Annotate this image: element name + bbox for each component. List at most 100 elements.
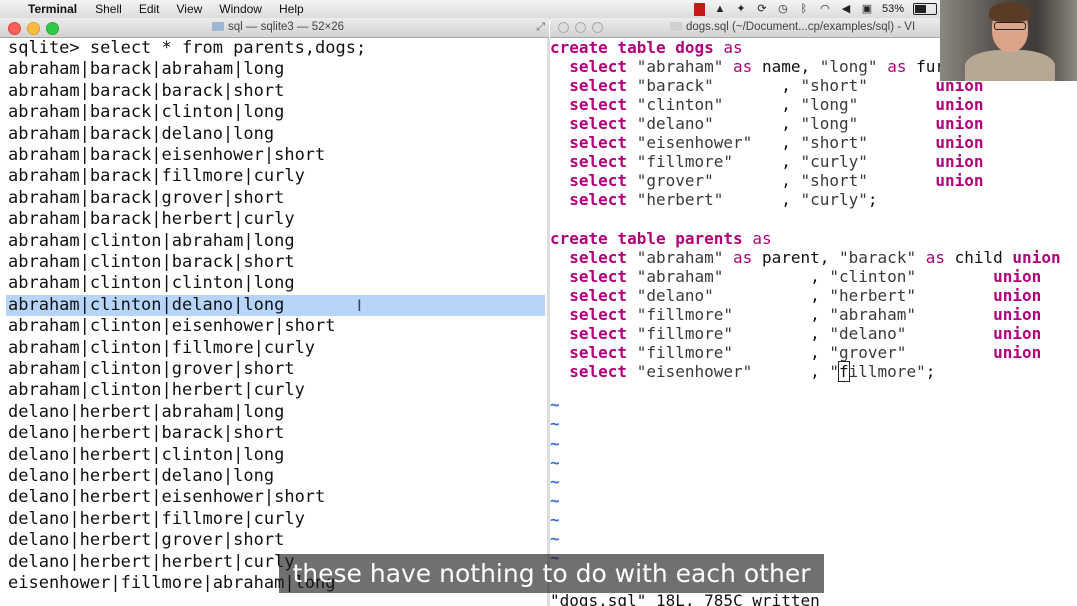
- terminal-title-bar[interactable]: sql — sqlite3 — 52×26 ⤢: [0, 18, 549, 38]
- dropbox-icon[interactable]: ✦: [735, 3, 747, 15]
- close-button[interactable]: [558, 22, 569, 33]
- terminal-output-row: delano|herbert|fillmore|curly: [8, 508, 305, 529]
- terminal-output-row: delano|herbert|grover|short: [8, 530, 285, 551]
- code-token: select: [569, 171, 637, 191]
- zoom-button[interactable]: [592, 22, 603, 33]
- wifi-icon[interactable]: ◠: [819, 3, 831, 15]
- code-token: ;: [925, 361, 936, 381]
- code-token: union: [1012, 247, 1061, 267]
- file-icon: [670, 22, 682, 32]
- vim-code-line: select "abraham" , "clinton" union: [550, 267, 1041, 286]
- sync-icon[interactable]: ⟳: [756, 3, 768, 15]
- code-token: "curly": [800, 190, 868, 210]
- menu-view[interactable]: View: [177, 2, 203, 16]
- code-token: select: [569, 57, 637, 77]
- menu-help[interactable]: Help: [279, 2, 304, 16]
- code-token: select: [569, 266, 637, 286]
- close-button[interactable]: [8, 22, 21, 35]
- code-token: "fillmore": [636, 323, 734, 343]
- code-token: select: [569, 133, 637, 153]
- code-token: ,: [713, 171, 801, 191]
- code-token: parent,: [752, 247, 840, 267]
- minimize-button[interactable]: [27, 22, 40, 35]
- minimize-button[interactable]: [575, 22, 586, 33]
- notification-icon[interactable]: ▲: [714, 3, 726, 15]
- vim-code-line: select "fillmore" , "curly" union: [550, 152, 983, 172]
- fullscreen-icon[interactable]: ⤢: [536, 21, 545, 34]
- code-token: union: [993, 342, 1042, 362]
- code-token: "abraham": [636, 57, 724, 77]
- vim-code-line: select "delano" , "long" union: [550, 114, 984, 134]
- webcam-overlay: [940, 0, 1077, 81]
- vim-code-line: select "barack" , "short" union: [550, 76, 983, 96]
- bluetooth-icon[interactable]: ᛒ: [798, 3, 810, 15]
- code-token: "herbert": [636, 190, 724, 210]
- app-menu-terminal[interactable]: Terminal: [28, 2, 77, 16]
- terminal-output-row: abraham|clinton|grover|short: [8, 359, 295, 379]
- display-icon[interactable]: ▣: [861, 3, 873, 15]
- code-token: select: [569, 342, 637, 362]
- vim-empty-line-tilde: ~: [550, 471, 560, 491]
- vim-status-line: "dogs.sql" 18L, 785C written: [550, 591, 820, 606]
- battery-percent: 53%: [881, 3, 904, 15]
- recording-icon[interactable]: [693, 2, 705, 16]
- menu-shell[interactable]: Shell: [95, 2, 122, 16]
- code-token: select: [569, 285, 637, 305]
- code-token: create table: [550, 38, 676, 57]
- vim-code-line: select "eisenhower" , "short" union: [550, 133, 983, 153]
- vim-editor[interactable]: create table dogs as select "abraham" as…: [550, 38, 1077, 606]
- code-token: ,: [733, 152, 801, 172]
- code-token: as: [733, 247, 753, 267]
- code-token: "fillmore": [636, 304, 734, 324]
- code-token: ;: [867, 190, 878, 210]
- vim-title-bar[interactable]: dogs.sql (~/Document...cp/examples/sql) …: [550, 18, 940, 38]
- code-token: "clinton": [636, 95, 724, 115]
- time-machine-icon[interactable]: ◷: [777, 3, 789, 15]
- vim-code-line: select "fillmore" , "abraham" union: [550, 305, 1041, 324]
- vim-code-line: select "grover" , "short" union: [550, 171, 983, 191]
- vim-cursor: f: [838, 360, 850, 382]
- vim-empty-line-tilde: ~: [550, 395, 560, 415]
- terminal-output-row: abraham|clinton|abraham|long: [8, 230, 295, 251]
- code-token: union: [935, 114, 984, 134]
- code-token: "short": [800, 76, 868, 96]
- code-token: select: [569, 323, 637, 343]
- terminal-output[interactable]: sqlite> select * from parents,dogs; abrah…: [0, 38, 549, 606]
- code-token: select: [569, 247, 637, 267]
- code-token: "fillmore": [636, 342, 734, 362]
- code-token: select: [569, 152, 637, 172]
- menu-window[interactable]: Window: [219, 2, 262, 16]
- volume-icon[interactable]: ◀: [840, 3, 852, 15]
- vim-empty-line-tilde: ~: [550, 528, 560, 548]
- battery-icon[interactable]: [913, 3, 937, 15]
- code-token: "grover": [829, 342, 907, 362]
- menu-edit[interactable]: Edit: [139, 2, 160, 16]
- status-tray: ▲ ✦ ⟳ ◷ ᛒ ◠ ◀ ▣ 53%: [693, 1, 937, 17]
- code-token: union: [935, 95, 984, 115]
- code-token: "eisenhower": [636, 361, 753, 381]
- code-token: "delano": [636, 285, 714, 305]
- terminal-output-row: abraham|barack|barack|short: [8, 80, 285, 101]
- code-token: ,: [723, 266, 830, 286]
- code-token: as: [887, 57, 907, 77]
- code-token: as: [723, 38, 743, 57]
- zoom-button[interactable]: [46, 22, 59, 35]
- vim-window-title: dogs.sql (~/Document...cp/examples/sql) …: [686, 21, 916, 33]
- vim-empty-line-tilde: ~: [550, 490, 560, 510]
- vim-empty-line-tilde: ~: [550, 433, 560, 453]
- code-token: "fillmore": [636, 152, 734, 172]
- code-token: "herbert": [829, 285, 917, 305]
- code-token: ": [829, 361, 839, 381]
- terminal-command-line: sqlite> select * from parents,dogs;: [8, 38, 367, 58]
- vim-code-line: select "clinton" , "long" union: [550, 95, 984, 115]
